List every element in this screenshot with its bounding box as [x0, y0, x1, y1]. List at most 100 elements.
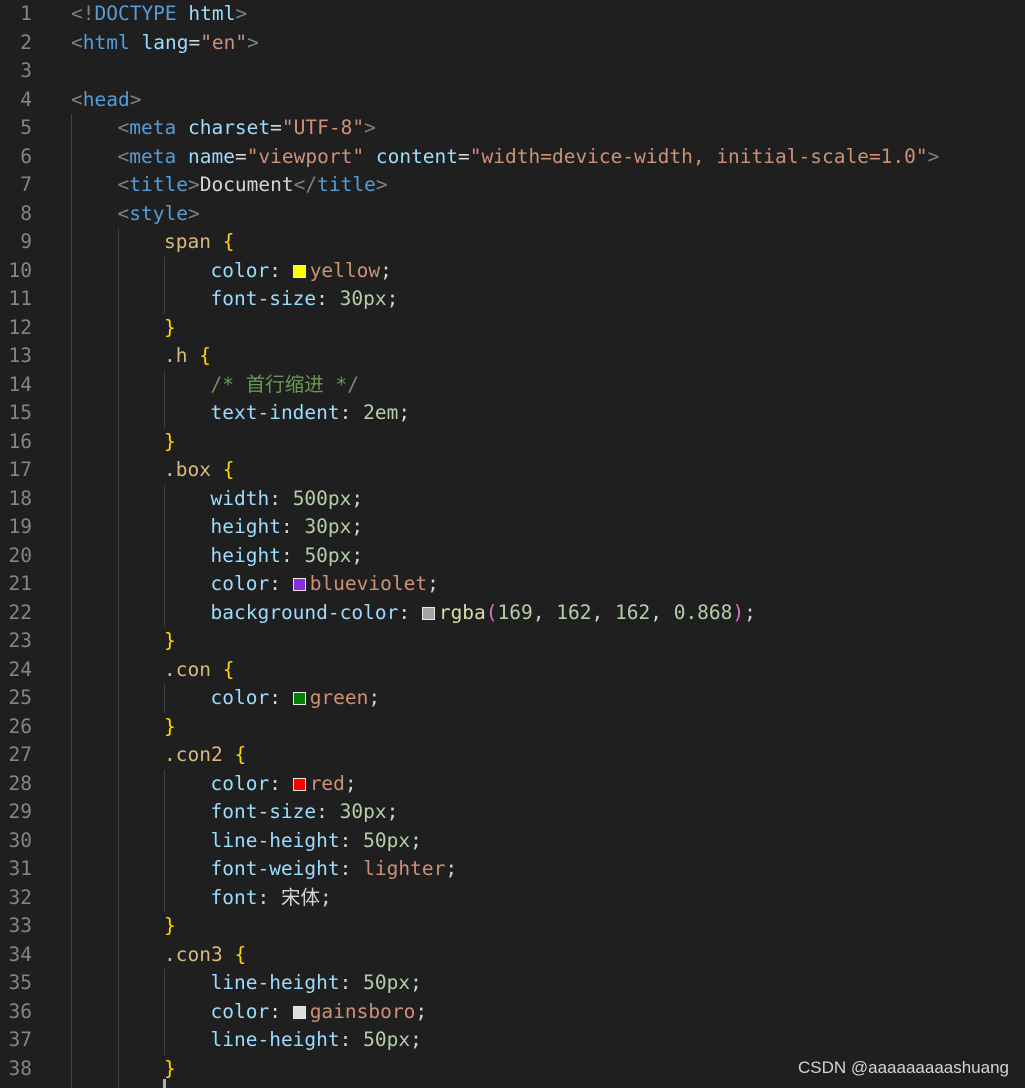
code-line[interactable]: 16}	[0, 428, 1025, 457]
code-editor[interactable]: 1 <!DOCTYPE html> 2 <html lang="en"> 3 4 <head…	[0, 0, 1025, 1088]
code-token: ,	[532, 600, 557, 624]
code-token: ;	[744, 600, 756, 624]
code-line[interactable]: 32 font: 宋体;	[0, 884, 1025, 913]
code-line[interactable]: 19 height: 30px;	[0, 513, 1025, 542]
code-text: <style>	[118, 200, 200, 229]
code-line[interactable]: 10 color: yellow;	[0, 257, 1025, 286]
code-token: 162	[614, 600, 651, 624]
color-swatch-icon[interactable]	[292, 264, 306, 278]
code-token: >	[247, 30, 259, 54]
code-line[interactable]: 1 <!DOCTYPE html>	[0, 0, 1025, 29]
code-line[interactable]: 25 color: green;	[0, 684, 1025, 713]
code-token: head	[82, 87, 130, 111]
code-line[interactable]: 34 .con3 {	[0, 941, 1025, 970]
code-token: <	[117, 144, 130, 168]
code-line[interactable]: 28 color: red;	[0, 770, 1025, 799]
code-line[interactable]: 6 <meta name="viewport" content="width=de…	[0, 143, 1025, 172]
color-swatch-icon[interactable]	[421, 606, 435, 620]
code-line[interactable]: 14 /* 首行缩进 */	[0, 371, 1025, 400]
code-token: title	[129, 173, 188, 196]
code-token: (	[485, 600, 498, 624]
code-line[interactable]: 33}	[0, 912, 1025, 941]
code-token: "en"	[200, 30, 248, 54]
code-token: ;	[351, 515, 364, 538]
code-line[interactable]: 27 .con2 {	[0, 741, 1025, 770]
code-line[interactable]: 21 color: blueviolet;	[0, 570, 1025, 599]
code-token: line-height	[210, 1028, 340, 1051]
line-number: 3	[20, 59, 32, 82]
code-token: ;	[386, 287, 399, 310]
code-line[interactable]: 23}	[0, 627, 1025, 656]
code-text: }	[164, 627, 176, 656]
code-token: 50px	[304, 543, 352, 567]
code-text: <meta name="viewport" content="width=dev…	[118, 143, 940, 172]
code-token: }	[164, 629, 176, 652]
code-token: content	[375, 144, 459, 168]
code-line[interactable]: 7 <title>Document</title>	[0, 171, 1025, 200]
code-token: .con2	[164, 743, 223, 766]
code-token: :	[269, 486, 293, 510]
code-token: ;	[427, 572, 439, 595]
code-line[interactable]: 35 line-height: 50px;	[0, 969, 1025, 998]
code-line[interactable]: 26}	[0, 713, 1025, 742]
code-token: meta	[129, 144, 177, 168]
code-token: ,	[650, 600, 674, 624]
code-token: :	[398, 600, 422, 624]
code-token: DOCTYPE	[94, 2, 177, 25]
code-token: ;	[368, 686, 381, 709]
code-line[interactable]: 24 .con {	[0, 656, 1025, 685]
code-line[interactable]: 15 text-indent: 2em;	[0, 399, 1025, 428]
code-token: =	[188, 30, 201, 54]
line-number: 17	[8, 458, 32, 481]
line-number: 14	[8, 372, 32, 396]
code-line[interactable]: 17 .box {	[0, 456, 1025, 485]
code-token: font-weight	[210, 857, 340, 880]
code-line[interactable]: 8 <style>	[0, 200, 1025, 229]
code-token: =	[458, 144, 470, 168]
code-line[interactable]: 9 span {	[0, 228, 1025, 257]
code-token: color	[210, 771, 270, 795]
code-token: line-height	[210, 971, 340, 994]
code-line[interactable]: 36 color: gainsboro;	[0, 998, 1025, 1027]
code-line[interactable]: 12}	[0, 314, 1025, 343]
code-line[interactable]: 30 line-height: 50px;	[0, 827, 1025, 856]
code-line[interactable]: 22 background-color: rgba(169, 162, 162, …	[0, 599, 1025, 628]
code-token: meta	[129, 116, 177, 139]
color-swatch-icon[interactable]	[292, 777, 306, 791]
code-token: /* 首行缩进 */	[210, 372, 359, 396]
code-token: ;	[380, 258, 392, 282]
code-token: ;	[351, 486, 364, 510]
code-line[interactable]: 5 <meta charset="UTF-8">	[0, 114, 1025, 143]
code-token: }	[164, 914, 176, 937]
code-token: .box	[164, 458, 211, 481]
code-token: 500px	[292, 486, 352, 510]
code-text: }	[164, 713, 176, 742]
code-line[interactable]: 2 <html lang="en">	[0, 29, 1025, 58]
code-line[interactable]: 31 font-weight: lighter;	[0, 855, 1025, 884]
code-text: font: 宋体;	[211, 884, 332, 913]
code-token: 宋体	[280, 885, 320, 909]
line-number: 7	[20, 173, 32, 196]
code-line[interactable]: 29 font-size: 30px;	[0, 798, 1025, 827]
color-swatch-icon[interactable]	[292, 1005, 306, 1019]
code-line[interactable]: 13 .h {	[0, 342, 1025, 371]
code-text: color: red;	[211, 770, 357, 799]
color-swatch-icon[interactable]	[292, 578, 306, 591]
code-line[interactable]: 4 <head>	[0, 86, 1025, 115]
code-line[interactable]: 20 height: 50px;	[0, 542, 1025, 571]
code-line[interactable]: 3	[0, 57, 1025, 86]
line-number: 19	[8, 515, 32, 538]
code-line[interactable]: 37 line-height: 50px;	[0, 1026, 1025, 1055]
code-token: :	[339, 857, 364, 880]
code-line[interactable]: 11 font-size: 30px;	[0, 285, 1025, 314]
code-token: 50px	[363, 828, 411, 852]
code-text: font-size: 30px;	[211, 798, 399, 827]
color-swatch-icon[interactable]	[292, 692, 306, 705]
code-token: charset	[187, 116, 271, 139]
code-text: .con {	[164, 656, 234, 685]
code-text: color: yellow;	[211, 257, 392, 286]
code-token: .h	[164, 344, 188, 367]
line-number: 32	[8, 885, 32, 909]
code-line[interactable]: 18 width: 500px;	[0, 485, 1025, 514]
